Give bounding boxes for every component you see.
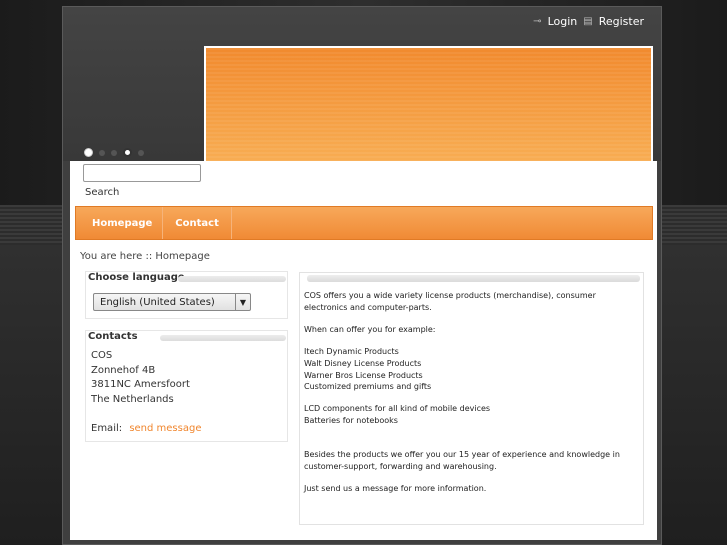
contacts-title: Contacts [88,331,138,342]
contacts-address: COS Zonnehof 4B 3811NC Amersfoort The Ne… [91,349,190,407]
contact-email: Email: send message [91,423,201,434]
paragraph-example: When can offer you for example: [304,325,436,334]
slider-dot-2[interactable] [99,150,105,156]
module-title-bar [160,335,286,341]
main-title-bar [307,275,640,282]
paragraph-contact: Just send us a message for more informat… [304,484,487,493]
slider-dots [84,148,144,157]
contact-line: Zonnehof 4B [91,364,156,376]
product-item: Batteries for notebooks [304,416,398,425]
slider-dot-1[interactable] [84,148,93,157]
paragraph-experience: Besides the products we offer you our 15… [304,450,620,471]
nav-item-homepage[interactable]: Homepage [76,207,164,239]
language-selected-value: English (United States) [100,296,215,308]
search-label: Search [85,187,120,198]
slider-dot-4[interactable] [123,148,132,157]
breadcrumb: You are here :: Homepage [80,251,210,262]
key-icon: ⊸ [533,16,542,27]
chevron-down-icon: ▼ [235,294,250,310]
product-item: LCD components for all kind of mobile de… [304,404,491,413]
main-nav: Homepage Contact [75,206,653,240]
top-links: ⊸ Login ▤ Register [533,15,644,28]
register-icon: ▤ [583,16,593,27]
product-item: Walt Disney License Products [304,359,422,368]
email-label: Email: [91,423,123,434]
product-item: Customized premiums and gifts [304,382,432,391]
module-title-bar [178,276,286,282]
nav-item-contact[interactable]: Contact [163,207,232,239]
product-item: Itech Dynamic Products [304,347,399,356]
product-item: Warner Bros License Products [304,371,423,380]
slider-dot-5[interactable] [138,150,144,156]
language-title: Choose language [88,272,185,283]
search-input[interactable] [83,164,201,182]
contact-line: 3811NC Amersfoort [91,379,190,391]
slider-dot-3[interactable] [111,150,117,156]
paragraph-intro: COS offers you a wide variety license pr… [304,291,596,312]
send-message-link[interactable]: send message [129,423,201,434]
language-select[interactable]: English (United States) ▼ [93,293,251,311]
contact-line: COS [91,350,113,361]
contact-line: The Netherlands [91,393,174,405]
login-link[interactable]: Login [548,15,578,28]
register-link[interactable]: Register [599,15,644,28]
